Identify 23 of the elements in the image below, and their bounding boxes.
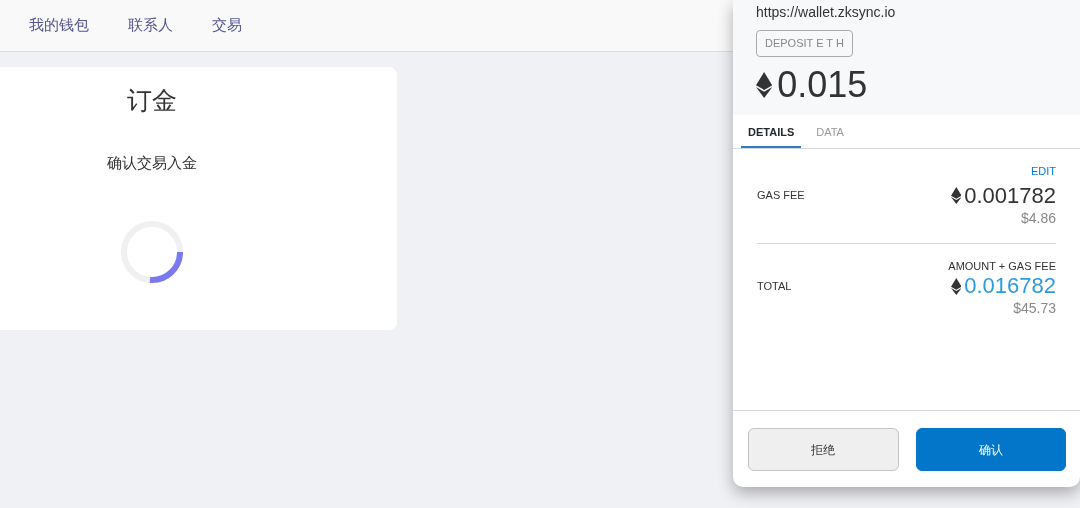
confirm-button[interactable]: 确认 (915, 428, 1066, 471)
edit-link[interactable]: EDIT (1030, 163, 1056, 180)
value-caption: AMOUNT + GAS FEE (948, 258, 1056, 274)
eth-value: 0.016782 (964, 274, 1056, 299)
nav-link[interactable]: 我的钱包 (29, 14, 89, 37)
eth-value: 0.001782 (964, 183, 1056, 208)
site-url: https://wallet.zksync.io (756, 3, 897, 22)
fiat-value: $4.86 (1020, 208, 1056, 228)
nav-link[interactable]: 联系人 (128, 14, 173, 37)
row-label: GAS FEE (757, 188, 805, 204)
reject-button[interactable]: 拒绝 (748, 428, 899, 471)
fiat-value: $45.73 (1013, 299, 1056, 319)
nav-link[interactable]: 交易 (212, 14, 242, 37)
tab[interactable]: DETAILS (741, 115, 802, 148)
action-badge: DEPOSIT E T H (756, 30, 853, 57)
amount-value: 0.015 (777, 66, 868, 103)
row-label: TOTAL (757, 279, 792, 295)
ethereum-icon (950, 187, 962, 205)
card-title: 订金 (126, 85, 177, 117)
ethereum-icon (756, 71, 773, 98)
status-message: 确认交易入金 (106, 152, 197, 174)
loading-spinner (119, 220, 184, 284)
ethereum-icon (950, 277, 962, 295)
